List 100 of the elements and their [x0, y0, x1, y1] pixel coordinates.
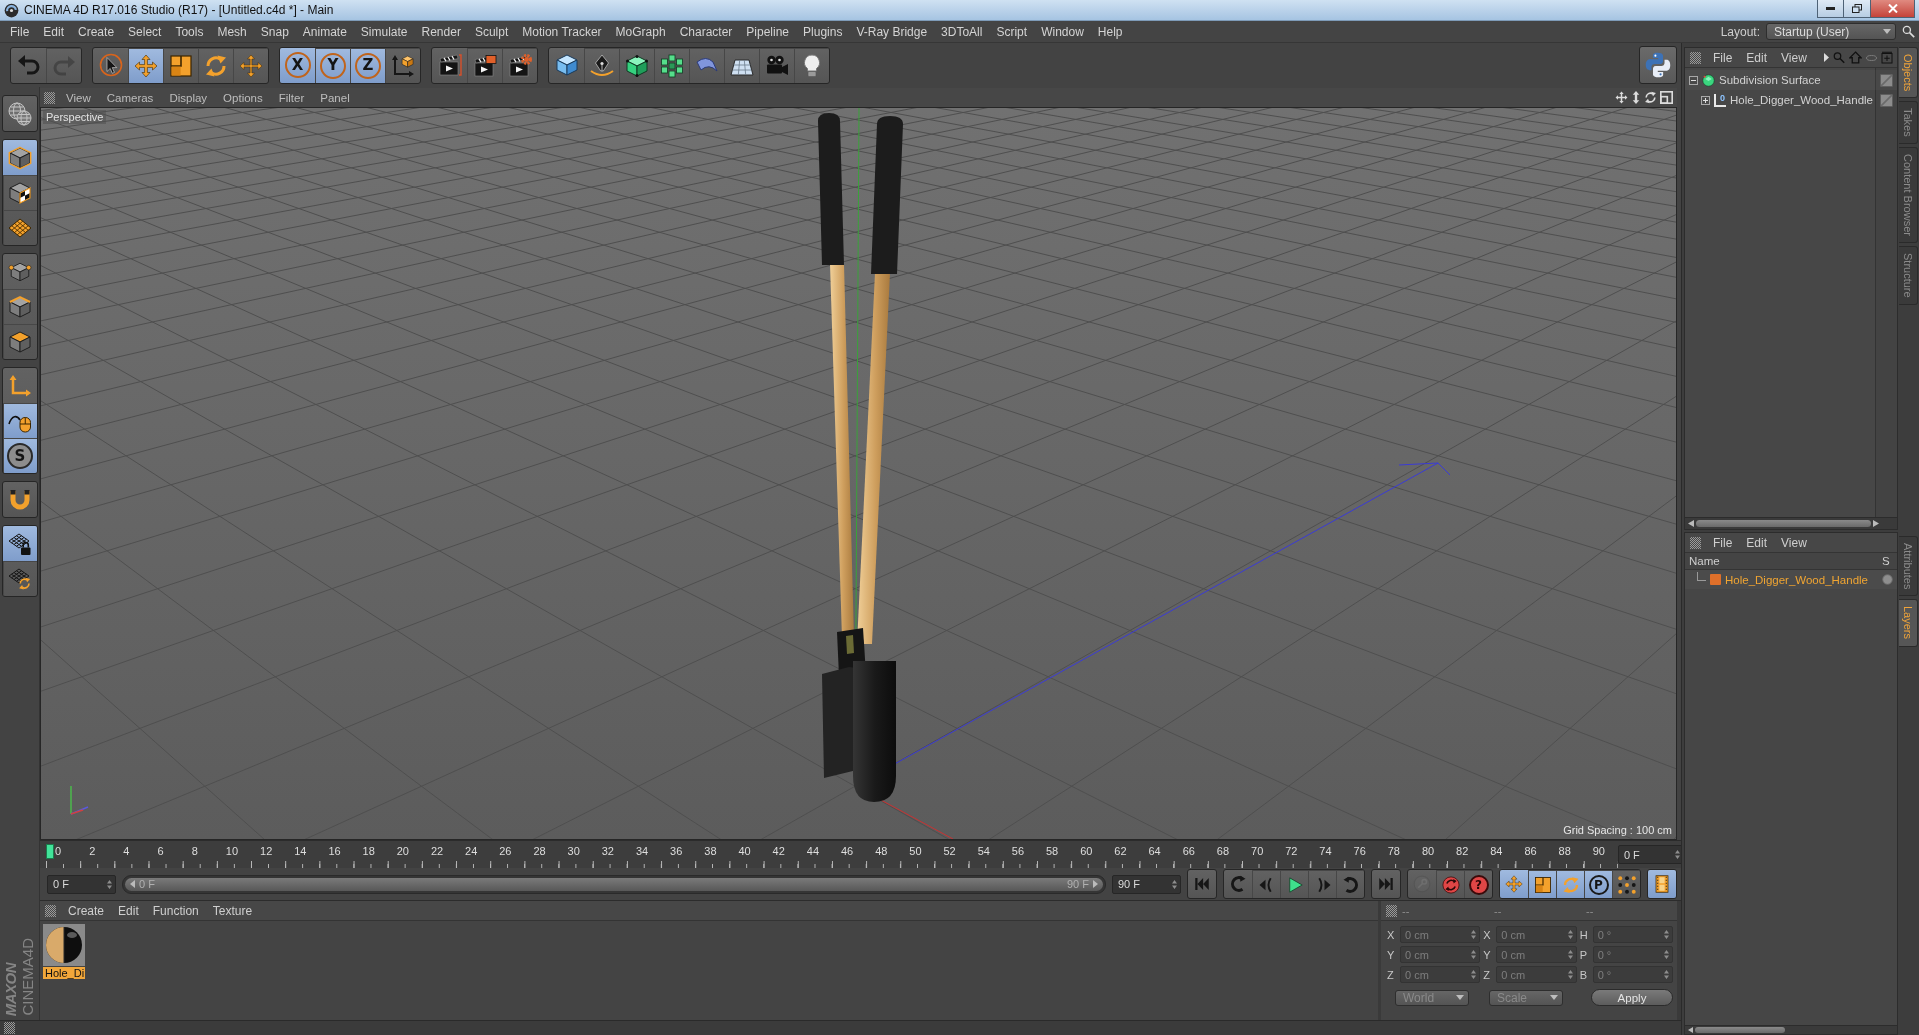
viewport-menu-item[interactable]: Panel — [314, 91, 360, 104]
expand-box-icon[interactable] — [1701, 95, 1710, 105]
move-view-icon[interactable] — [1615, 91, 1628, 104]
viewport-menu-item[interactable]: Filter — [272, 91, 315, 104]
menu-item[interactable]: Snap — [253, 23, 296, 40]
maximize-view-icon[interactable] — [1660, 91, 1673, 104]
tweak-mode-button[interactable] — [2, 403, 37, 438]
close-button[interactable] — [1871, 0, 1915, 18]
restore-button[interactable] — [1844, 0, 1871, 18]
material-sphere-icon[interactable] — [43, 924, 85, 966]
menu-item[interactable]: MoGraph — [608, 23, 673, 40]
light-object-button[interactable] — [794, 47, 829, 83]
point-level-key-button[interactable] — [1612, 870, 1640, 898]
subdivision-surface-button[interactable] — [619, 47, 654, 83]
menu-item[interactable]: Edit — [1739, 535, 1775, 550]
expand-arrow-icon[interactable] — [1824, 53, 1829, 62]
model-mode-button[interactable] — [2, 140, 37, 175]
python-script-button[interactable] — [1639, 46, 1677, 84]
menu-item[interactable]: Script — [989, 23, 1035, 40]
coordinate-system-button[interactable] — [385, 47, 420, 83]
menu-item[interactable]: Character — [672, 23, 740, 40]
layout-dropdown[interactable]: Startup (User) — [1766, 23, 1896, 40]
menu-item[interactable]: 3DToAll — [934, 23, 990, 40]
viewport-menu-item[interactable]: View — [60, 91, 101, 104]
start-frame-field[interactable]: 0 F — [47, 874, 116, 894]
edges-mode-button[interactable] — [2, 289, 37, 324]
material-name[interactable]: Hole_Di — [43, 967, 85, 979]
viewport-menu-item[interactable]: Options — [217, 91, 273, 104]
slashed-square-icon[interactable] — [1880, 73, 1893, 87]
minimize-button[interactable] — [1817, 0, 1844, 18]
axis-lock-button[interactable]: X — [280, 47, 315, 83]
collapse-box-icon[interactable] — [1689, 75, 1698, 85]
axis-lock-button[interactable]: Z — [350, 47, 385, 83]
spinner-arrows-icon[interactable] — [1674, 850, 1680, 859]
menu-item[interactable]: Animate — [295, 23, 354, 40]
menu-item[interactable]: Plugins — [796, 23, 850, 40]
parameter-key-button[interactable]: P — [1584, 870, 1612, 898]
scale-tool-button[interactable] — [163, 47, 198, 83]
solo-button[interactable]: S — [2, 438, 37, 473]
playhead[interactable] — [46, 844, 54, 859]
rotation-key-button[interactable] — [1556, 870, 1584, 898]
floor-object-button[interactable] — [724, 47, 759, 83]
render-settings-button[interactable] — [502, 47, 537, 83]
viewport-menu-item[interactable]: Display — [163, 91, 218, 104]
menu-item[interactable]: Help — [1090, 23, 1130, 40]
menu-item[interactable]: Edit — [36, 23, 72, 40]
horizontal-scrollbar[interactable] — [1685, 1025, 1897, 1034]
horizontal-scrollbar[interactable] — [1685, 517, 1897, 529]
end-frame-field[interactable]: 90 F — [1112, 874, 1181, 894]
autokeying-button[interactable] — [1436, 870, 1464, 898]
menu-item[interactable]: Simulate — [353, 23, 415, 40]
menu-item[interactable]: Window — [1034, 23, 1091, 40]
menu-item[interactable]: Create — [71, 23, 122, 40]
rotate-view-icon[interactable] — [1644, 91, 1657, 104]
scrollbar-thumb[interactable] — [1696, 520, 1871, 527]
solo-dot-icon[interactable] — [1881, 574, 1893, 585]
scale-key-button[interactable] — [1528, 870, 1556, 898]
menu-item[interactable]: Tools — [168, 23, 211, 40]
menu-item[interactable]: View — [1774, 50, 1814, 65]
side-tab[interactable]: Structure — [1899, 246, 1918, 305]
menu-item[interactable]: Mesh — [210, 23, 254, 40]
current-frame-field[interactable]: 0 F — [1617, 845, 1684, 864]
play-button[interactable] — [1280, 870, 1308, 898]
menu-item[interactable]: Render — [414, 23, 468, 40]
object-name[interactable]: Hole_Digger_Wood_Handle — [1730, 94, 1873, 106]
menu-item[interactable]: Motion Tracker — [515, 23, 609, 40]
recent-tool-button[interactable] — [233, 47, 268, 83]
menu-item[interactable]: Select — [121, 23, 169, 40]
side-tab[interactable]: Content Browser — [1899, 147, 1918, 243]
menu-item[interactable]: View — [1774, 535, 1814, 550]
menu-item[interactable]: Sculpt — [467, 23, 516, 40]
scrollbar-thumb[interactable] — [1695, 1027, 1785, 1033]
workplane-mode-button[interactable] — [2, 210, 37, 245]
align-workplane-button[interactable] — [2, 561, 37, 596]
menu-item[interactable]: Create — [61, 903, 112, 918]
viewport-menu-item[interactable]: Cameras — [100, 91, 164, 104]
spinner-arrows-icon[interactable] — [107, 879, 112, 889]
menu-item[interactable]: Edit — [111, 903, 146, 918]
move-tool-button[interactable] — [128, 47, 163, 83]
axis-lock-button[interactable]: Y — [315, 47, 350, 83]
pen-tool-button[interactable] — [584, 47, 619, 83]
side-tab[interactable]: Takes — [1899, 101, 1918, 145]
next-key-button[interactable] — [1336, 870, 1364, 898]
menu-item[interactable]: File — [1706, 50, 1740, 65]
slashed-square-icon[interactable] — [1880, 93, 1893, 107]
menu-item[interactable]: File — [3, 23, 37, 40]
zoom-view-icon[interactable] — [1631, 91, 1641, 104]
timeline-button[interactable] — [1648, 870, 1676, 898]
menu-item[interactable]: Edit — [1739, 50, 1775, 65]
texture-mode-button[interactable] — [2, 175, 37, 210]
menu-item[interactable]: File — [1706, 535, 1740, 550]
menu-item[interactable]: V-Ray Bridge — [849, 23, 935, 40]
previous-frame-button[interactable] — [1252, 870, 1280, 898]
search-icon[interactable] — [1902, 25, 1915, 38]
layer-color-swatch[interactable] — [1710, 574, 1721, 585]
polygons-mode-button[interactable] — [2, 324, 37, 359]
side-tab[interactable]: Objects — [1899, 47, 1918, 99]
menu-item[interactable]: Pipeline — [739, 23, 797, 40]
side-tab[interactable]: Attributes — [1899, 536, 1918, 597]
lock-workplane-button[interactable] — [2, 526, 37, 561]
